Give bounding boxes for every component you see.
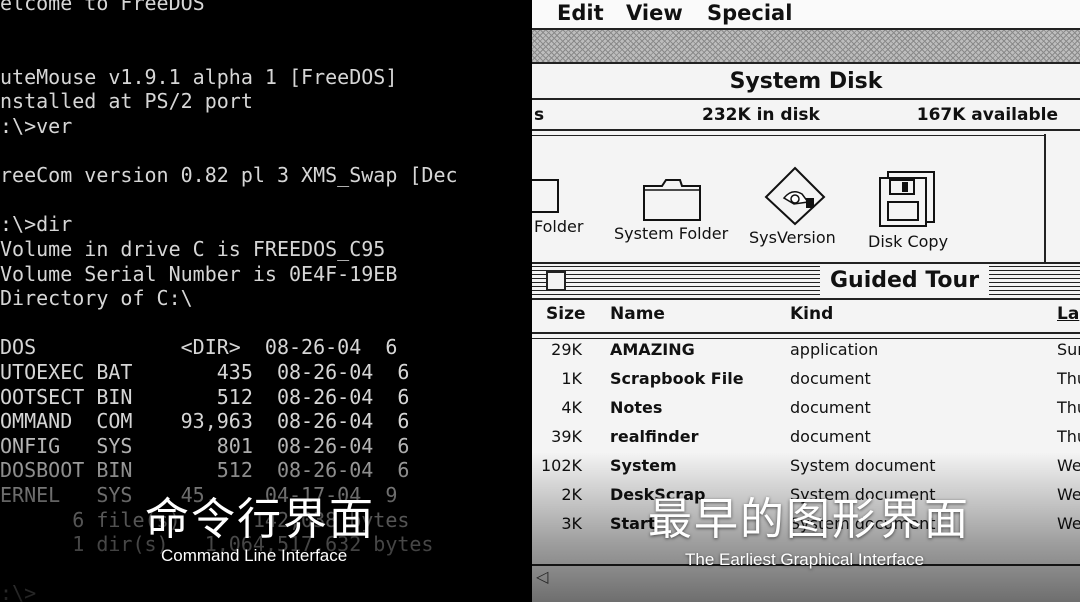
file-last: Wed [1057,514,1080,533]
title-bar-stripes[interactable] [532,266,1080,296]
file-kind: document [790,369,871,388]
folder-label[interactable]: Folder [534,217,583,236]
file-kind: document [790,427,871,446]
terminal-line: uteMouse v1.9.1 alpha 1 [FreeDOS] [0,64,398,89]
file-row[interactable]: 102K System System document Wed [532,451,1080,480]
file-last: Thu [1057,427,1080,446]
document-icon[interactable] [764,166,826,230]
file-row[interactable]: 1K Scrapbook File document Thu [532,364,1080,393]
terminal-line: :\> [0,581,37,602]
file-kind: System document [790,456,936,475]
file-size: 102K [540,456,582,475]
file-name: realfinder [610,427,699,446]
menu-edit[interactable]: Edit [557,0,604,28]
file-size: 39K [551,427,582,446]
window-title[interactable]: System Disk [532,68,1080,96]
terminal-line: :\>dir [0,212,73,237]
file-last: Thu [1057,369,1080,388]
file-size: 3K [561,514,582,533]
info-divider [532,129,1080,136]
caption-gui-zh: 最早的图形界面 [648,494,970,545]
file-last: Sun [1057,340,1080,359]
disk-info-bar: s 232K in disk 167K available [532,102,1080,128]
window-title[interactable]: Guided Tour [820,266,990,296]
desktop-background [532,30,1080,62]
menu-special[interactable]: Special [707,0,792,28]
file-last: Wed [1057,485,1080,504]
terminal-line: :\>ver [0,114,73,138]
file-size: 2K [561,485,582,504]
file-name: System [610,456,677,475]
file-row[interactable]: 39K realfinder document Thu [532,422,1080,451]
caption-command-line-zh: 命令行界面 [145,494,375,545]
vertical-scrollbar[interactable] [1044,134,1080,264]
folder-icon[interactable] [532,174,562,218]
column-header-name[interactable]: Name [610,304,665,324]
title-divider [532,298,1080,300]
file-row[interactable]: 29K AMAZING application Sun [532,335,1080,364]
terminal-line: DOS <DIR> 08-26-04 6 [0,335,398,360]
system-folder-label[interactable]: System Folder [614,224,728,243]
file-name: AMAZING [610,340,695,359]
terminal-line: DOSBOOT BIN 512 08-26-04 6 [0,458,410,483]
disk-copy-label[interactable]: Disk Copy [868,232,948,251]
column-header-last-modified[interactable]: La [1057,304,1079,324]
sysversion-label[interactable]: SysVersion [749,228,836,247]
terminal-line: ONFIG SYS 801 08-26-04 6 [0,433,410,458]
disk-used: 232K in disk [702,105,820,125]
caption-command-line-en: Command Line Interface [161,546,348,565]
terminal-line: Volume Serial Number is 0E4F-19EB [0,261,398,286]
file-name: Scrapbook File [610,369,744,388]
menu-view[interactable]: View [626,0,683,28]
file-last: Wed [1057,456,1080,475]
terminal-line: elcome to FreeDOS [0,0,205,15]
floppy-icon[interactable] [878,168,940,232]
terminal-line: UTOEXEC BAT 435 08-26-04 6 [0,360,410,384]
disk-available: 167K available [916,105,1058,125]
close-box-icon[interactable] [546,271,566,291]
file-name: Notes [610,398,663,417]
items-count: s [534,105,545,125]
terminal-line: reeCom version 0.82 pl 3 XMS_Swap [Dec [0,163,458,188]
scroll-left-arrow-icon[interactable]: ◁ [536,568,554,586]
file-last: Thu [1057,398,1080,417]
file-size: 4K [561,398,582,417]
title-divider [532,98,1080,100]
terminal-line: nstalled at PS/2 port [0,89,253,114]
terminal-line: OOTSECT BIN 512 08-26-04 6 [0,384,410,409]
caption-gui-en: The Earliest Graphical Interface [685,550,925,569]
column-header-size[interactable]: Size [546,304,586,324]
terminal-line: Volume in drive C is FREEDOS_C95 [0,237,386,261]
file-kind: application [790,340,879,359]
column-header-kind[interactable]: Kind [790,304,833,324]
system-disk-window: System Disk s 232K in disk 167K availabl… [532,62,1080,274]
menu-bar: Edit View Special [532,0,1080,30]
folder-icon[interactable] [642,176,702,226]
file-size: 29K [551,340,582,359]
file-row[interactable]: 4K Notes document Thu [532,393,1080,422]
file-size: 1K [561,369,582,388]
terminal-line: OMMAND COM 93,963 08-26-04 6 [0,409,410,434]
terminal-line: Directory of C:\ [0,286,193,311]
file-kind: document [790,398,871,417]
